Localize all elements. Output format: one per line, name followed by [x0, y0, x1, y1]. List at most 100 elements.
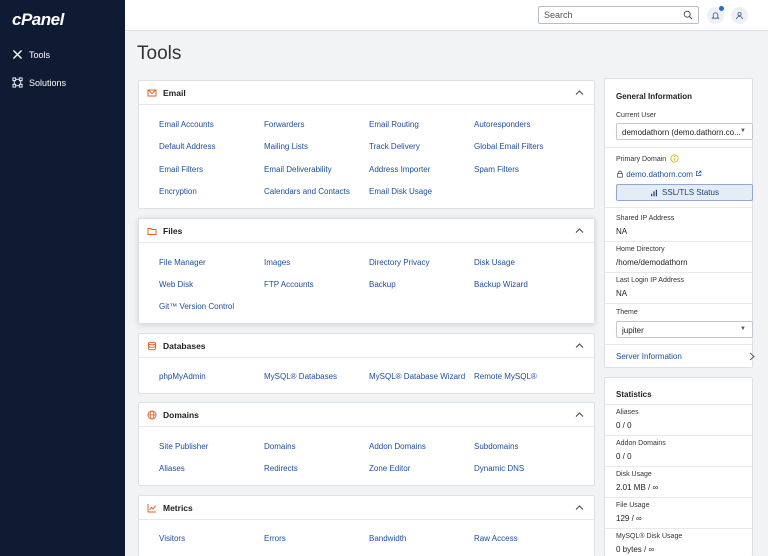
link-email-accounts[interactable]: Email Accounts — [159, 120, 214, 129]
link-directory-privacy[interactable]: Directory Privacy — [369, 258, 429, 267]
link-git-version-control[interactable]: Git™ Version Control — [159, 302, 234, 311]
primary-domain-value: demo.dathorn.com — [626, 170, 693, 179]
chart-icon — [147, 503, 156, 512]
link-site-publisher[interactable]: Site Publisher — [159, 442, 208, 451]
link-visitors[interactable]: Visitors — [159, 534, 185, 543]
link-mailing-lists[interactable]: Mailing Lists — [264, 142, 308, 151]
section-title: Files — [163, 225, 183, 236]
shared-ip-value: NA — [616, 227, 628, 236]
link-zone-editor[interactable]: Zone Editor — [369, 464, 410, 473]
server-information-link[interactable]: Server Information — [616, 352, 755, 361]
link-default-address[interactable]: Default Address — [159, 142, 215, 151]
folder-icon — [147, 227, 157, 235]
ssl-tls-status-button[interactable]: SSL/TLS Status — [616, 184, 753, 201]
link-backup-wizard[interactable]: Backup Wizard — [474, 280, 528, 289]
sidebar-item-label: Solutions — [29, 77, 67, 88]
chevron-right-icon — [749, 352, 755, 361]
divider — [605, 147, 752, 148]
bar-chart-icon — [651, 189, 658, 196]
search-placeholder: Search — [544, 10, 573, 20]
link-mysql-databases[interactable]: MySQL® Databases — [264, 372, 337, 381]
stat-value: 0 / 0 — [616, 452, 632, 461]
link-autoresponders[interactable]: Autoresponders — [474, 120, 530, 129]
link-redirects[interactable]: Redirects — [264, 464, 298, 473]
divider — [605, 435, 752, 436]
divider — [605, 207, 752, 208]
link-spam-filters[interactable]: Spam Filters — [474, 165, 519, 174]
home-directory-label: Home Directory — [616, 246, 665, 253]
link-images[interactable]: Images — [264, 258, 290, 267]
link-domains[interactable]: Domains — [264, 442, 296, 451]
general-information-title: General Information — [616, 92, 693, 101]
divider — [605, 272, 752, 273]
sidebar-item-label: Tools — [29, 49, 51, 60]
cpanel-logo[interactable]: cPanel — [12, 10, 64, 30]
sidebar: cPanel Tools Solutions — [0, 0, 125, 556]
primary-domain-link[interactable]: demo.dathorn.com — [616, 170, 702, 179]
link-remote-mysql[interactable]: Remote MySQL® — [474, 372, 537, 381]
email-section: Email Email Accounts Forwarders Email Ro… — [138, 80, 595, 209]
bell-icon — [711, 12, 720, 19]
link-encryption[interactable]: Encryption — [159, 187, 197, 196]
chevron-up-icon[interactable] — [575, 342, 584, 349]
link-email-deliverability[interactable]: Email Deliverability — [264, 165, 332, 174]
link-backup[interactable]: Backup — [369, 280, 396, 289]
theme-select[interactable]: jupiter ▼ — [616, 321, 753, 338]
link-aliases[interactable]: Aliases — [159, 464, 185, 473]
chevron-up-icon[interactable] — [575, 89, 584, 96]
link-file-manager[interactable]: File Manager — [159, 258, 206, 267]
domains-section-header[interactable]: Domains — [139, 403, 594, 427]
info-icon[interactable] — [670, 154, 679, 163]
link-phpmyadmin[interactable]: phpMyAdmin — [159, 372, 206, 381]
link-web-disk[interactable]: Web Disk — [159, 280, 193, 289]
sidebar-item-tools[interactable]: Tools — [12, 49, 50, 60]
current-user-select[interactable]: demodathorn (demo.dathorn.co... ▼ — [616, 123, 753, 140]
primary-domain-label-text: Primary Domain — [616, 156, 667, 163]
link-email-routing[interactable]: Email Routing — [369, 120, 419, 129]
stat-label: MySQL® Disk Usage — [616, 533, 683, 540]
link-forwarders[interactable]: Forwarders — [264, 120, 304, 129]
link-address-importer[interactable]: Address Importer — [369, 165, 430, 174]
divider — [605, 497, 752, 498]
stat-value: 129 / ∞ — [616, 514, 642, 523]
link-email-disk-usage[interactable]: Email Disk Usage — [369, 187, 432, 196]
divider — [605, 404, 752, 405]
user-menu-button[interactable] — [731, 7, 748, 24]
metrics-section-header[interactable]: Metrics — [139, 496, 594, 520]
link-mysql-database-wizard[interactable]: MySQL® Database Wizard — [369, 372, 465, 381]
domains-section: Domains Site Publisher Domains Addon Dom… — [138, 402, 595, 486]
chevron-up-icon[interactable] — [575, 411, 584, 418]
caret-down-icon: ▼ — [740, 326, 746, 332]
stat-value: 0 bytes / ∞ — [616, 545, 655, 554]
notifications-button[interactable] — [707, 6, 724, 24]
sidebar-item-solutions[interactable]: Solutions — [12, 77, 66, 88]
link-raw-access[interactable]: Raw Access — [474, 534, 518, 543]
user-icon — [736, 12, 743, 20]
link-ftp-accounts[interactable]: FTP Accounts — [264, 280, 314, 289]
link-bandwidth[interactable]: Bandwidth — [369, 534, 406, 543]
envelope-icon — [147, 89, 157, 96]
last-login-label: Last Login IP Address — [616, 277, 684, 284]
files-section-header[interactable]: Files — [139, 219, 594, 243]
link-subdomains[interactable]: Subdomains — [474, 442, 518, 451]
email-section-header[interactable]: Email — [139, 81, 594, 105]
link-dynamic-dns[interactable]: Dynamic DNS — [474, 464, 524, 473]
link-email-filters[interactable]: Email Filters — [159, 165, 203, 174]
statistics-title: Statistics — [616, 390, 652, 399]
chevron-up-icon[interactable] — [575, 227, 584, 234]
link-disk-usage[interactable]: Disk Usage — [474, 258, 515, 267]
link-track-delivery[interactable]: Track Delivery — [369, 142, 420, 151]
search-input[interactable]: Search — [538, 6, 699, 24]
search-icon[interactable] — [683, 10, 693, 20]
link-calendars-contacts[interactable]: Calendars and Contacts — [264, 187, 350, 196]
theme-value: jupiter — [622, 326, 644, 335]
section-title: Databases — [163, 340, 206, 351]
solutions-icon — [12, 77, 23, 88]
link-errors[interactable]: Errors — [264, 534, 286, 543]
theme-label: Theme — [616, 309, 638, 316]
current-user-label: Current User — [616, 112, 657, 119]
chevron-up-icon[interactable] — [575, 504, 584, 511]
link-addon-domains[interactable]: Addon Domains — [369, 442, 426, 451]
link-global-email-filters[interactable]: Global Email Filters — [474, 142, 543, 151]
databases-section-header[interactable]: Databases — [139, 334, 594, 358]
